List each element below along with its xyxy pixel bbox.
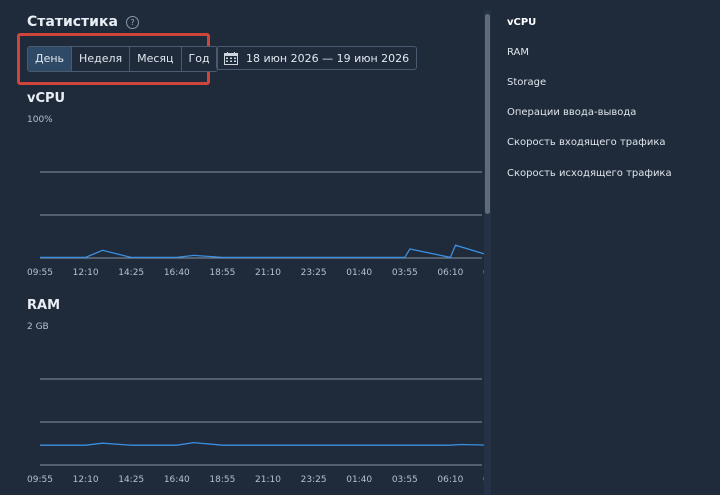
sidebar-item-vcpu[interactable]: vCPU <box>507 17 536 28</box>
period-selector: День Неделя Месяц Год <box>27 46 218 72</box>
chart-navigation-sidebar: vCPU RAM Storage Операции ввода-вывода С… <box>492 0 720 495</box>
page-title: Статистика <box>27 14 118 30</box>
period-year-button[interactable]: Год <box>181 47 217 71</box>
ram-x-tick-label: 16:40 <box>164 475 190 485</box>
ram-x-tick-label: 14:25 <box>118 475 144 485</box>
scrollbar-thumb[interactable] <box>485 14 490 214</box>
vcpu-x-tick-label: 01:40 <box>346 268 372 278</box>
vcpu-x-tick-label: 03:55 <box>392 268 418 278</box>
vcpu-x-tick-label: 21:10 <box>255 268 281 278</box>
ram-max-label: 2 GB <box>27 322 49 332</box>
ram-x-tick-label: 01:40 <box>346 475 372 485</box>
ram-x-tick-label: 09:55 <box>27 475 53 485</box>
ram-x-tick-label: 06:10 <box>437 475 463 485</box>
vcpu-x-tick-label: 16:40 <box>164 268 190 278</box>
vcpu-x-tick-label: 09:55 <box>27 268 53 278</box>
vcpu-series-line <box>40 244 484 259</box>
vcpu-chart-title: vCPU <box>27 91 66 106</box>
period-week-button[interactable]: Неделя <box>72 47 131 71</box>
sidebar-item-storage[interactable]: Storage <box>507 77 546 88</box>
ram-x-tick-label: 12:10 <box>73 475 99 485</box>
sidebar-item-inbound-traffic[interactable]: Скорость входящего трафика <box>507 137 666 148</box>
sidebar-item-ram[interactable]: RAM <box>507 47 529 58</box>
ram-x-tick-label: 23:25 <box>301 475 327 485</box>
title-row: Статистика ? <box>27 14 139 30</box>
vcpu-x-tick-label: 12:10 <box>73 268 99 278</box>
period-day-button[interactable]: День <box>28 47 73 71</box>
sidebar-item-io-operations[interactable]: Операции ввода-вывода <box>507 107 636 118</box>
vcpu-x-tick-label: 06:10 <box>437 268 463 278</box>
question-circle-icon[interactable]: ? <box>125 15 139 29</box>
vcpu-max-label: 100% <box>27 115 53 125</box>
vcpu-x-tick-label: 23:25 <box>301 268 327 278</box>
ram-x-tick-label: 03:55 <box>392 475 418 485</box>
period-month-button[interactable]: Месяц <box>130 47 182 71</box>
calendar-icon <box>224 51 238 65</box>
ram-chart: 09:55 12:10 14:25 16:40 18:55 21:10 23:25 01:40… <box>27 378 484 485</box>
ram-series-line <box>40 441 484 446</box>
ram-x-tick-label: 18:55 <box>209 475 235 485</box>
sidebar-item-outbound-traffic[interactable]: Скорость исходящего трафика <box>507 168 672 179</box>
date-range-text: 18 июн 2026 — 19 июн 2026 <box>246 51 410 65</box>
ram-x-tick-label: 21:10 <box>255 475 281 485</box>
vcpu-x-tick-label: 14:25 <box>118 268 144 278</box>
date-range-picker[interactable]: 18 июн 2026 — 19 июн 2026 <box>216 46 418 70</box>
vcpu-x-tick-label: 18:55 <box>209 268 235 278</box>
ram-chart-title: RAM <box>27 298 61 313</box>
statistics-panel: Статистика ? День Неделя Месяц Год 18 ию… <box>0 0 484 495</box>
scrollbar[interactable] <box>484 10 491 495</box>
vcpu-chart: 09:55 12:10 14:25 16:40 18:55 21:10 23:25 01:40… <box>27 171 484 278</box>
